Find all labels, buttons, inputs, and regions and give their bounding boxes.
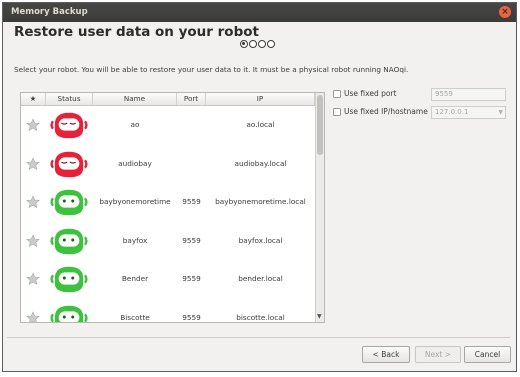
robot-ip: biscotte.local	[236, 312, 285, 322]
robot-status-icon	[50, 266, 88, 293]
fixed-port-input[interactable]: 9559	[431, 88, 506, 101]
wizard-step-indicator	[240, 40, 275, 48]
robot-status-icon	[50, 112, 88, 139]
close-icon[interactable]: ×	[499, 6, 511, 18]
robot-port: 9559	[182, 235, 201, 245]
title-bar: Memory Backup ×	[3, 3, 516, 22]
step-dot-1	[240, 40, 248, 48]
footer-divider	[7, 337, 510, 338]
scroll-down-icon[interactable]: ▼	[317, 313, 322, 320]
robot-name: bayfox	[122, 235, 148, 245]
robot-ip: audiobay.local	[234, 158, 287, 168]
header-name[interactable]: Name	[93, 93, 177, 105]
table-row[interactable]: baybyonemoretime 9559 baybyonemoretime.loc…	[21, 183, 315, 221]
robot-ip: bayfox.local	[238, 235, 283, 245]
table-header: ★ Status Name Port IP	[21, 93, 315, 106]
robot-port: 9559	[182, 312, 201, 322]
robot-ip: baybyonemoretime.local	[215, 197, 306, 206]
table-row[interactable]: audiobay audiobay.local	[21, 145, 315, 183]
fixed-ip-label[interactable]: Use fixed IP/hostname	[344, 107, 428, 116]
table-scrollbar[interactable]: ▼	[315, 93, 324, 322]
robot-port	[177, 145, 206, 183]
fixed-ip-value: 127.0.0.1	[435, 108, 469, 116]
favorite-star-icon[interactable]	[26, 118, 40, 132]
header-favorite[interactable]: ★	[21, 93, 46, 105]
window-title: Memory Backup	[11, 7, 88, 17]
header-port[interactable]: Port	[177, 93, 206, 105]
robot-status-icon	[50, 189, 88, 216]
back-button[interactable]: < Back	[362, 346, 410, 363]
next-button[interactable]: Next >	[415, 346, 461, 363]
fixed-ip-checkbox[interactable]	[333, 108, 341, 116]
robot-ip: ao.local	[246, 120, 275, 129]
robot-name: baybyonemoretime	[99, 197, 171, 206]
robot-port: 9559	[182, 197, 201, 206]
favorite-star-icon[interactable]	[26, 195, 40, 209]
robot-name: Biscotte	[120, 312, 150, 322]
step-dot-3	[258, 40, 266, 48]
page-title: Restore user data on your robot	[14, 24, 259, 40]
header-status[interactable]: Status	[46, 93, 93, 105]
robot-name: audiobay	[118, 158, 152, 168]
robot-port	[177, 106, 206, 144]
fixed-port-checkbox[interactable]	[333, 90, 341, 98]
instruction-text: Select your robot. You will be able to r…	[14, 65, 409, 74]
favorite-star-icon[interactable]	[26, 156, 40, 171]
cancel-button[interactable]: Cancel	[464, 346, 511, 363]
robot-status-icon	[50, 151, 88, 177]
header-ip[interactable]: IP	[206, 93, 315, 105]
robot-ip: bender.local	[238, 274, 283, 283]
fixed-ip-combobox[interactable]: 127.0.0.1 ▼	[431, 106, 506, 119]
scrollbar-thumb[interactable]	[317, 95, 323, 155]
robot-table: ★ Status Name Port IP ao ao.local audiobay…	[20, 92, 325, 323]
robot-port: 9559	[182, 274, 201, 283]
favorite-star-icon[interactable]	[26, 310, 40, 324]
table-row[interactable]: Biscotte 9559 biscotte.local	[21, 299, 315, 324]
fixed-port-label[interactable]: Use fixed port	[344, 89, 396, 98]
favorite-star-icon[interactable]	[26, 272, 40, 286]
table-row[interactable]: Bender 9559 bender.local	[21, 260, 315, 298]
step-dot-4	[267, 40, 275, 48]
favorite-star-icon[interactable]	[26, 233, 40, 248]
step-dot-2	[249, 40, 257, 48]
table-row[interactable]: bayfox 9559 bayfox.local	[21, 222, 315, 260]
robot-status-icon	[50, 305, 88, 322]
robot-name: Bender	[121, 274, 149, 283]
robot-name: ao	[130, 120, 140, 129]
chevron-down-icon[interactable]: ▼	[498, 107, 503, 118]
table-row[interactable]: ao ao.local	[21, 106, 315, 144]
robot-status-icon	[50, 228, 88, 254]
